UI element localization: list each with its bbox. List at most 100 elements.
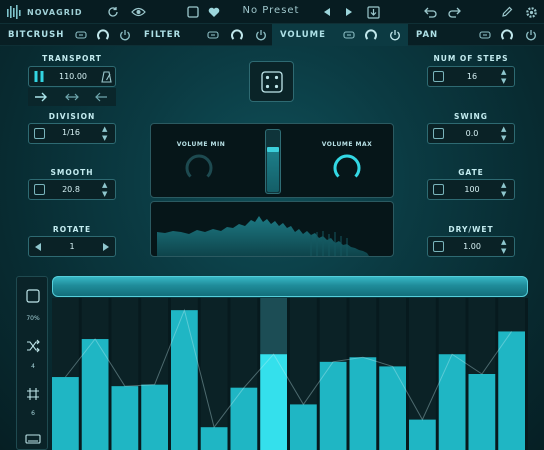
- bpm-value[interactable]: 110.00: [51, 72, 95, 81]
- pingpong-arrow-icon[interactable]: [64, 91, 80, 103]
- gate-checkbox[interactable]: [433, 184, 444, 195]
- step-bar[interactable]: [468, 374, 496, 450]
- undo-icon[interactable]: [423, 5, 437, 19]
- knob-mini-icon[interactable]: [500, 28, 514, 42]
- chevron-up-icon[interactable]: ▲: [102, 181, 107, 189]
- chevron-up-icon[interactable]: ▲: [501, 125, 506, 133]
- chevron-down-icon[interactable]: ▼: [501, 247, 506, 255]
- step-bar[interactable]: [141, 384, 168, 450]
- gate-field[interactable]: 100 ▲ ▼: [427, 179, 515, 200]
- rotate-value[interactable]: 1: [51, 242, 93, 251]
- power-icon[interactable]: [118, 28, 132, 42]
- sequencer-tools: 70% 4 6: [16, 276, 48, 450]
- step-bar[interactable]: [171, 310, 198, 450]
- power-icon[interactable]: [388, 28, 402, 42]
- settings-icon[interactable]: [524, 5, 538, 19]
- chevron-up-icon[interactable]: ▲: [501, 68, 506, 76]
- swing-checkbox[interactable]: [433, 128, 444, 139]
- division-selector[interactable]: 1/16 ▲ ▼: [28, 123, 116, 144]
- link-icon[interactable]: [342, 28, 356, 42]
- step-sequencer[interactable]: [52, 298, 528, 450]
- chevron-down-icon[interactable]: ▼: [501, 134, 506, 142]
- swing-label: SWING: [454, 112, 488, 121]
- smooth-checkbox[interactable]: [34, 184, 45, 195]
- pencil-icon[interactable]: [500, 5, 514, 19]
- tab-bitcrush[interactable]: BITCRUSH: [0, 24, 136, 46]
- eye-icon[interactable]: [130, 5, 146, 19]
- division-checkbox[interactable]: [34, 128, 45, 139]
- reverse-arrow-icon[interactable]: [94, 91, 108, 103]
- forward-arrow-icon[interactable]: [34, 91, 48, 103]
- gate-label: GATE: [458, 168, 484, 177]
- volume-min-label: VOLUME MIN: [176, 141, 226, 148]
- pause-icon[interactable]: [33, 70, 45, 83]
- shuffle-icon[interactable]: [26, 339, 40, 353]
- tab-pan[interactable]: PAN: [408, 24, 544, 46]
- power-icon[interactable]: [524, 28, 538, 42]
- step-bar[interactable]: [260, 354, 287, 450]
- link-icon[interactable]: [478, 28, 492, 42]
- smooth-field[interactable]: 20.8 ▲ ▼: [28, 179, 116, 200]
- num-steps-field[interactable]: 16 ▲ ▼: [427, 66, 515, 87]
- metronome-icon[interactable]: [101, 71, 112, 83]
- tab-label: VOLUME: [280, 30, 326, 40]
- step-bar[interactable]: [290, 404, 317, 450]
- step-bar[interactable]: [379, 366, 406, 450]
- side-value-b: 6: [31, 410, 35, 417]
- step-bar[interactable]: [81, 339, 109, 450]
- chevron-down-icon[interactable]: ▼: [501, 190, 506, 198]
- step-bar[interactable]: [409, 419, 436, 450]
- knob-mini-icon[interactable]: [230, 28, 244, 42]
- square-tool-icon[interactable]: [26, 289, 40, 303]
- step-bar[interactable]: [349, 357, 377, 450]
- grid-icon[interactable]: [26, 387, 40, 401]
- volume-min-knob[interactable]: [184, 152, 214, 182]
- drywet-value: 1.00: [463, 242, 481, 251]
- step-bar[interactable]: [200, 427, 228, 450]
- swing-value: 0.0: [465, 129, 479, 138]
- drywet-label: DRY/WET: [448, 225, 494, 234]
- drywet-field[interactable]: 1.00 ▲ ▼: [427, 236, 515, 257]
- next-preset-icon[interactable]: [342, 5, 356, 19]
- step-bar[interactable]: [111, 386, 139, 450]
- volume-max-knob[interactable]: [332, 152, 362, 182]
- step-bar[interactable]: [438, 354, 466, 450]
- link-icon[interactable]: [74, 28, 88, 42]
- randomize-button[interactable]: [249, 61, 294, 102]
- knob-mini-icon[interactable]: [96, 28, 110, 42]
- power-icon[interactable]: [254, 28, 268, 42]
- chevron-up-icon[interactable]: ▲: [501, 181, 506, 189]
- brand-logo-icon: [7, 5, 21, 19]
- division-value: 1/16: [62, 128, 80, 137]
- rotate-left-icon[interactable]: [34, 242, 42, 252]
- range-slider-handle[interactable]: [267, 147, 279, 152]
- chevron-up-icon[interactable]: ▲: [102, 125, 107, 133]
- prev-preset-icon[interactable]: [320, 5, 334, 19]
- step-bar[interactable]: [230, 387, 258, 450]
- refresh-icon[interactable]: [106, 5, 120, 19]
- tab-volume[interactable]: VOLUME: [272, 24, 408, 46]
- redo-icon[interactable]: [447, 5, 461, 19]
- link-icon[interactable]: [206, 28, 220, 42]
- square-icon[interactable]: [186, 5, 200, 19]
- range-slider[interactable]: [265, 129, 281, 194]
- chevron-down-icon[interactable]: ▼: [102, 190, 107, 198]
- drywet-checkbox[interactable]: [433, 241, 444, 252]
- chevron-down-icon[interactable]: ▼: [501, 77, 506, 85]
- preset-name[interactable]: No Preset: [226, 5, 316, 16]
- knob-mini-icon[interactable]: [364, 28, 378, 42]
- step-bar[interactable]: [52, 377, 79, 450]
- tab-filter[interactable]: FILTER: [136, 24, 272, 46]
- division-label: DIVISION: [48, 112, 96, 121]
- sequencer-scrollbar[interactable]: [52, 276, 528, 297]
- rotate-right-icon[interactable]: [102, 242, 110, 252]
- step-bar[interactable]: [498, 331, 525, 450]
- save-icon[interactable]: [366, 5, 380, 19]
- swing-field[interactable]: 0.0 ▲ ▼: [427, 123, 515, 144]
- heart-icon[interactable]: [207, 5, 221, 19]
- num-steps-checkbox[interactable]: [433, 71, 444, 82]
- chevron-down-icon[interactable]: ▼: [102, 134, 107, 142]
- chevron-up-icon[interactable]: ▲: [501, 238, 506, 246]
- keyboard-icon[interactable]: [25, 433, 41, 445]
- step-bars[interactable]: [52, 298, 528, 450]
